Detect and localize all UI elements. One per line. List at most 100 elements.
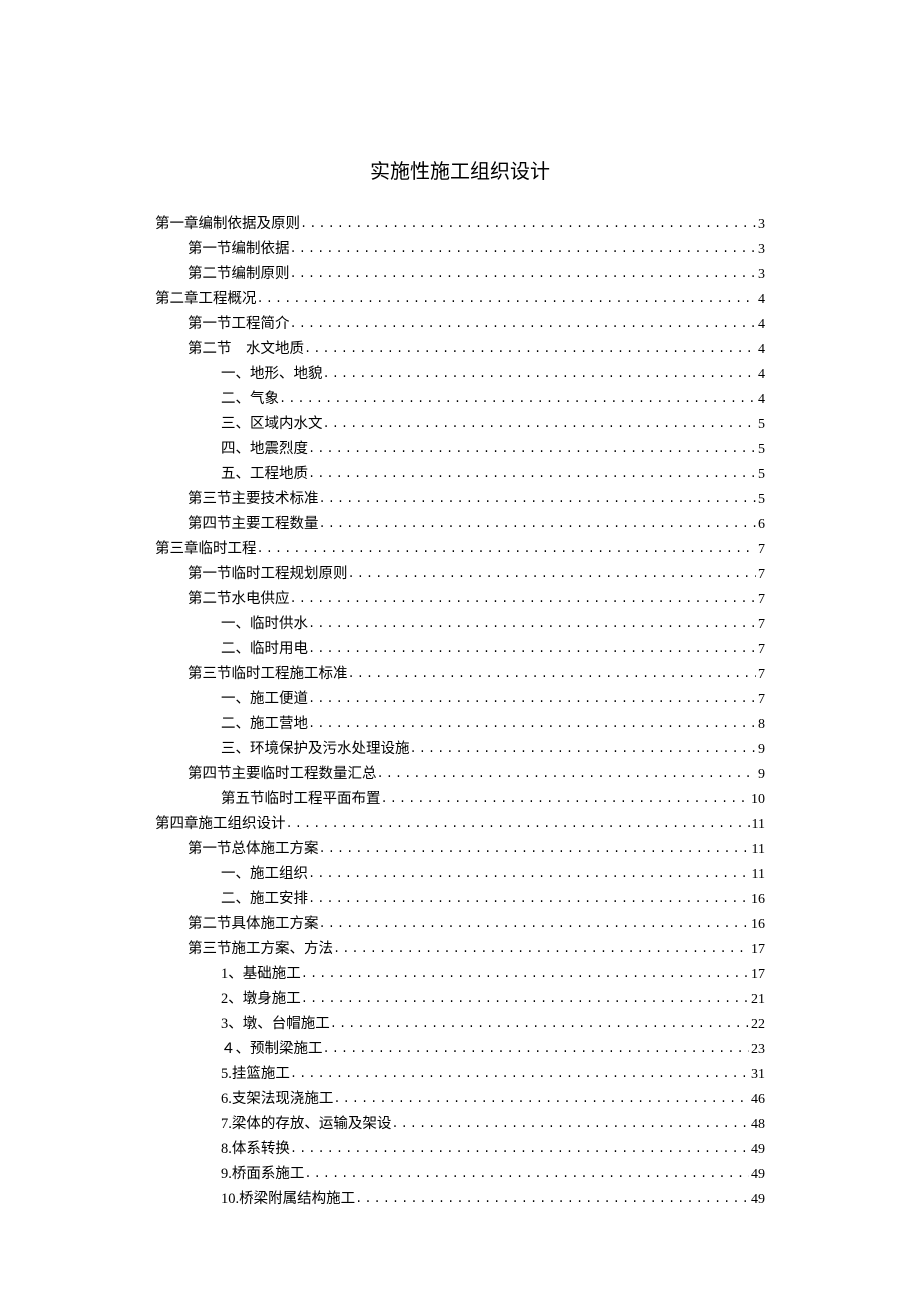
toc-entry-label: 6.支架法现浇施工	[221, 1087, 333, 1111]
toc-leader-dots	[323, 412, 757, 436]
toc-entry-page: 7	[756, 638, 765, 662]
toc-entry: 第二节具体施工方案 16	[155, 912, 765, 937]
toc-entry: 第三章临时工程7	[155, 537, 765, 562]
toc-leader-dots	[323, 1037, 750, 1061]
toc-entry: 第二章工程概况4	[155, 287, 765, 312]
toc-entry-page: 16	[749, 913, 765, 937]
toc-entry-label: 第三节主要技术标准	[188, 487, 319, 511]
toc-entry: 1、基础施工 17	[155, 962, 765, 987]
toc-entry-page: 4	[756, 388, 765, 412]
toc-entry-label: 第四节主要工程数量	[188, 512, 319, 536]
toc-entry: 二、施工营地8	[155, 712, 765, 737]
toc-entry-label: 3、墩、台帽施工	[221, 1012, 330, 1036]
toc-entry-label: 2、墩身施工	[221, 987, 301, 1011]
toc-entry-label: 一、施工便道	[221, 687, 308, 711]
toc-entry: 二、气象 4	[155, 387, 765, 412]
toc-entry: 第五节临时工程平面布置10	[155, 787, 765, 812]
toc-entry-page: 17	[749, 938, 765, 962]
toc-entry-page: 4	[756, 338, 765, 362]
toc-entry-label: 二、施工安排	[221, 887, 308, 911]
toc-entry-label: 四、地震烈度	[221, 437, 308, 461]
toc-entry-page: 7	[756, 688, 765, 712]
toc-entry-page: 3	[756, 213, 765, 237]
toc-leader-dots	[319, 487, 757, 511]
toc-entry-label: ４、预制梁施工	[221, 1037, 323, 1061]
toc-entry: 6.支架法现浇施工 46	[155, 1087, 765, 1112]
toc-leader-dots	[301, 962, 749, 986]
toc-entry-label: 5.挂篮施工	[221, 1062, 290, 1086]
toc-entry-label: 二、气象	[221, 387, 279, 411]
toc-entry-page: 49	[749, 1163, 765, 1187]
toc-leader-dots	[333, 1087, 749, 1111]
toc-entry-page: 22	[749, 1013, 765, 1037]
toc-leader-dots	[391, 1112, 749, 1136]
toc-leader-dots	[308, 887, 749, 911]
toc-entry: 第二节 水文地质4	[155, 337, 765, 362]
toc-entry-label: 7.梁体的存放、运输及架设	[221, 1112, 391, 1136]
toc-entry-label: 第一节工程简介	[188, 312, 290, 336]
toc-leader-dots	[290, 262, 757, 286]
toc-entry-page: 4	[756, 363, 765, 387]
toc-leader-dots	[323, 362, 757, 386]
toc-entry: 一、地形、地貌4	[155, 362, 765, 387]
toc-leader-dots	[286, 812, 750, 836]
toc-entry-page: 11	[750, 813, 765, 837]
toc-entry-page: 10	[749, 788, 765, 812]
toc-entry: ４、预制梁施工23	[155, 1037, 765, 1062]
toc-entry: 一、施工便道 7	[155, 687, 765, 712]
toc-leader-dots	[319, 912, 750, 936]
toc-leader-dots	[308, 612, 756, 636]
toc-entry: 第一节临时工程规划原则7	[155, 562, 765, 587]
toc-leader-dots	[304, 1162, 749, 1186]
toc-entry-label: 1、基础施工	[221, 962, 301, 986]
toc-entry: 3、墩、台帽施工 22	[155, 1012, 765, 1037]
toc-entry-page: 5	[756, 463, 765, 487]
toc-entry: 第三节临时工程施工标准7	[155, 662, 765, 687]
toc-leader-dots	[381, 787, 750, 811]
toc-entry-label: 二、施工营地	[221, 712, 308, 736]
toc-entry-page: 7	[756, 563, 765, 587]
toc-entry: 5.挂篮施工31	[155, 1062, 765, 1087]
toc-leader-dots	[319, 512, 757, 536]
toc-leader-dots	[301, 987, 749, 1011]
toc-entry: 7.梁体的存放、运输及架设 48	[155, 1112, 765, 1137]
toc-entry: 五、工程地质 5	[155, 462, 765, 487]
toc-leader-dots	[410, 737, 757, 761]
toc-entry-label: 五、工程地质	[221, 462, 308, 486]
toc-leader-dots	[257, 537, 757, 561]
toc-entry-label: 一、临时供水	[221, 612, 308, 636]
toc-entry-label: 三、区域内水文	[221, 412, 323, 436]
toc-entry: 第一章编制依据及原则 3	[155, 212, 765, 237]
toc-entry-label: 10.桥梁附属结构施工	[221, 1187, 355, 1211]
toc-entry: 第二节水电供应7	[155, 587, 765, 612]
toc-entry: 三、区域内水文5	[155, 412, 765, 437]
toc-entry-page: 17	[749, 963, 765, 987]
toc-entry-page: 4	[756, 313, 765, 337]
toc-entry-label: 第二节具体施工方案	[188, 912, 319, 936]
toc-entry: 2、墩身施工 21	[155, 987, 765, 1012]
toc-leader-dots	[355, 1187, 749, 1211]
toc-leader-dots	[308, 712, 756, 736]
toc-entry: 第四节主要临时工程数量汇总9	[155, 762, 765, 787]
toc-entry-page: 46	[749, 1088, 765, 1112]
toc-entry: 第一节编制依据3	[155, 237, 765, 262]
toc-entry: 第四章施工组织设计11	[155, 812, 765, 837]
toc-entry-label: 第三章临时工程	[155, 537, 257, 561]
toc-leader-dots	[348, 562, 757, 586]
toc-entry-page: 5	[756, 488, 765, 512]
toc-entry-label: 第三节临时工程施工标准	[188, 662, 348, 686]
toc-entry: 二、临时用电 7	[155, 637, 765, 662]
toc-entry-label: 第二章工程概况	[155, 287, 257, 311]
toc-entry-page: 48	[749, 1113, 765, 1137]
toc-entry: 二、施工安排16	[155, 887, 765, 912]
toc-entry-label: 第一章编制依据及原则	[155, 212, 300, 236]
toc-entry-page: 11	[750, 863, 765, 887]
toc-entry-label: 二、临时用电	[221, 637, 308, 661]
toc-leader-dots	[308, 687, 756, 711]
toc-leader-dots	[290, 1137, 749, 1161]
toc-entry-page: 21	[749, 988, 765, 1012]
toc-entry: 一、施工组织11	[155, 862, 765, 887]
toc-entry: 四、地震烈度5	[155, 437, 765, 462]
toc-entry-page: 49	[749, 1138, 765, 1162]
toc-leader-dots	[308, 437, 756, 461]
